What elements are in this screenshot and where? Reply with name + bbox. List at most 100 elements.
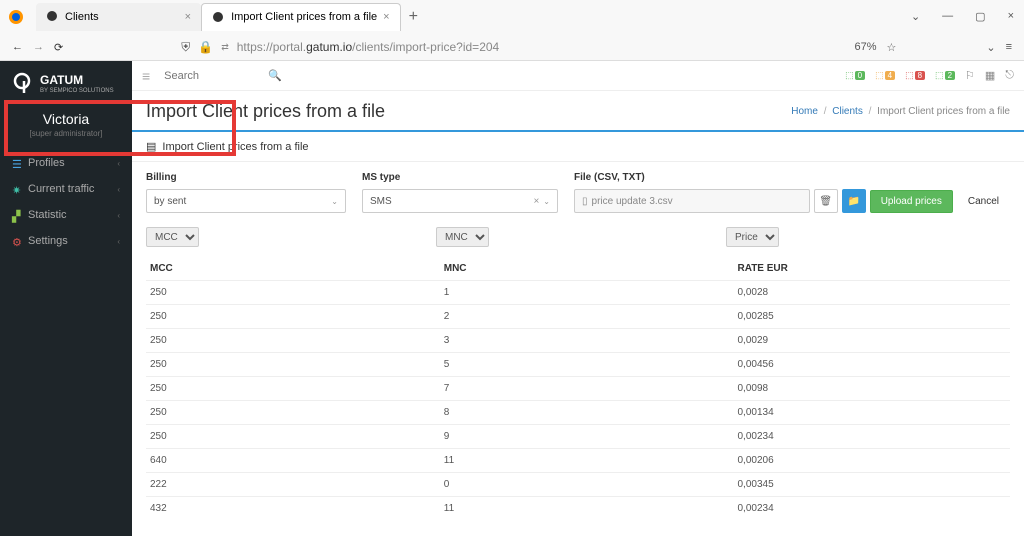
user-name: Victoria <box>0 101 132 129</box>
breadcrumb-home[interactable]: Home <box>791 106 818 117</box>
chevron-left-icon: ‹ <box>117 159 120 168</box>
price-table: MCC MNC RATE EUR 25010,002825020,0028525… <box>146 257 1010 520</box>
statistic-icon: ▞ <box>12 210 22 220</box>
forward-button: → <box>33 41 44 53</box>
table-row: 25050,00456 <box>146 353 1010 377</box>
cell-mnc: 11 <box>440 449 734 473</box>
tab-favicon <box>212 11 225 24</box>
user-role: [super administrator] <box>0 129 132 150</box>
mapping-row: MCC MNC Price <box>132 223 1024 257</box>
mapping-select-price[interactable]: Price <box>726 227 779 247</box>
back-button[interactable]: ← <box>12 41 23 53</box>
cell-mnc: 2 <box>440 305 734 329</box>
search-box[interactable]: 🔍 <box>164 69 282 82</box>
sidebar-item-profiles[interactable]: ☰ Profiles ‹ <box>0 150 132 176</box>
cell-rate: 0,0028 <box>734 281 1011 305</box>
caret-down-icon: ⌄ <box>543 197 550 206</box>
topbar: ≡ 🔍 ⬚0 ⬚4 ⬚8 ⬚2 ⚐ ▦ ⎋ <box>132 61 1024 91</box>
sidebar-item-statistic[interactable]: ▞ Statistic ‹ <box>0 202 132 228</box>
price-table-wrap[interactable]: MCC MNC RATE EUR 25010,002825020,0028525… <box>132 257 1024 536</box>
cell-mnc: 8 <box>440 401 734 425</box>
sms-type-field: MS type SMS × ⌄ <box>362 172 558 213</box>
cell-rate: 0,00285 <box>734 305 1011 329</box>
lock-icon[interactable]: 🔒 <box>198 40 213 54</box>
cancel-button[interactable]: Cancel <box>957 190 1010 213</box>
grid-icon[interactable]: ▦ <box>985 69 995 82</box>
notification-badge[interactable]: ⬚0 <box>845 70 865 81</box>
window-close-icon[interactable]: × <box>1008 10 1014 23</box>
sidebar-item-label: Profiles <box>28 157 65 169</box>
pocket-icon[interactable]: ⌄ <box>986 41 995 54</box>
new-tab-button[interactable]: + <box>401 8 426 26</box>
sidebar-item-settings[interactable]: ⚙Settings ‹ <box>0 228 132 254</box>
mapping-select-mcc[interactable]: MCC <box>146 227 199 247</box>
breadcrumb-clients[interactable]: Clients <box>832 106 863 117</box>
cell-mcc: 250 <box>146 401 440 425</box>
sidebar: GATUM BY SEMPICO SOLUTIONS Victoria [sup… <box>0 61 132 536</box>
tab-import-prices[interactable]: Import Client prices from a file × <box>201 3 401 31</box>
search-input[interactable] <box>164 70 254 82</box>
minimize-icon[interactable]: — <box>942 10 953 23</box>
delete-file-button[interactable]: 🗑 <box>814 189 838 213</box>
table-row: 25010,0028 <box>146 281 1010 305</box>
logo-icon <box>10 71 34 95</box>
url-bar: ← → ⟳ ⛨ 🔒 ⇄ https://portal.gatum.io/clie… <box>0 33 1024 61</box>
brand-sub: BY SEMPICO SOLUTIONS <box>40 88 114 94</box>
traffic-icon: ✷ <box>12 184 22 194</box>
billing-select[interactable]: by sent ⌄ <box>146 189 346 213</box>
chevron-left-icon: ‹ <box>117 211 120 220</box>
url-field[interactable]: ⛨ 🔒 ⇄ https://portal.gatum.io/clients/im… <box>173 40 844 55</box>
main: ≡ 🔍 ⬚0 ⬚4 ⬚8 ⬚2 ⚐ ▦ ⎋ Import Client pric… <box>132 61 1024 536</box>
table-row: 25070,0098 <box>146 377 1010 401</box>
tab-favicon <box>46 10 59 23</box>
profiles-icon: ☰ <box>12 158 22 168</box>
browse-file-button[interactable]: 📁 <box>842 189 866 213</box>
mapping-select-mnc[interactable]: MNC <box>436 227 489 247</box>
cell-mcc: 250 <box>146 425 440 449</box>
maximize-icon[interactable]: ▢ <box>975 10 985 23</box>
notification-badge[interactable]: ⬚2 <box>935 70 955 81</box>
permissions-icon[interactable]: ⇄ <box>221 42 229 53</box>
notification-badge[interactable]: ⬚8 <box>905 70 925 81</box>
cell-mnc: 11 <box>440 497 734 521</box>
zoom-level[interactable]: 67% <box>854 41 876 53</box>
chevron-down-icon[interactable]: ⌄ <box>911 10 920 23</box>
cell-rate: 0,0029 <box>734 329 1011 353</box>
tab-bar: Clients × Import Client prices from a fi… <box>0 0 1024 33</box>
browser-chrome: Clients × Import Client prices from a fi… <box>0 0 1024 61</box>
tab-title: Clients <box>65 11 99 23</box>
notification-badge[interactable]: ⬚4 <box>875 70 895 81</box>
table-row: 25020,00285 <box>146 305 1010 329</box>
sms-type-select[interactable]: SMS × ⌄ <box>362 189 558 213</box>
page-header: Import Client prices from a file Home / … <box>132 91 1024 130</box>
menu-icon[interactable]: ≡ <box>1006 41 1012 53</box>
tab-title: Import Client prices from a file <box>231 11 377 23</box>
sidebar-item-traffic[interactable]: ✷Current traffic ‹ <box>0 176 132 202</box>
close-icon[interactable]: × <box>383 11 389 23</box>
search-icon[interactable]: 🔍 <box>268 69 282 82</box>
file-input[interactable]: ▯ price update 3.csv <box>574 189 810 213</box>
cell-mnc: 9 <box>440 425 734 449</box>
page-title: Import Client prices from a file <box>146 101 385 122</box>
star-icon[interactable]: ☆ <box>886 41 896 54</box>
table-row: 640110,00206 <box>146 449 1010 473</box>
close-icon[interactable]: × <box>185 11 191 23</box>
billing-label: Billing <box>146 172 346 183</box>
reload-button[interactable]: ⟳ <box>54 41 63 54</box>
clear-icon[interactable]: × <box>529 196 543 207</box>
app: GATUM BY SEMPICO SOLUTIONS Victoria [sup… <box>0 61 1024 536</box>
error-icon: ⬚ <box>905 70 914 81</box>
sidebar-item-label: Settings <box>28 235 68 247</box>
tab-clients[interactable]: Clients × <box>36 3 201 31</box>
cell-mnc: 5 <box>440 353 734 377</box>
shield-icon[interactable]: ⛨ <box>181 40 190 55</box>
cell-rate: 0,00134 <box>734 401 1011 425</box>
sidebar-item-label: Statistic <box>28 209 67 221</box>
flag-icon[interactable]: ⚐ <box>965 69 975 82</box>
cell-mcc: 250 <box>146 305 440 329</box>
sms-type-value: SMS <box>370 196 392 207</box>
logout-icon[interactable]: ⎋ <box>1005 69 1014 82</box>
upload-prices-button[interactable]: Upload prices <box>870 190 953 213</box>
cell-mcc: 250 <box>146 353 440 377</box>
hamburger-icon[interactable]: ≡ <box>142 68 150 84</box>
